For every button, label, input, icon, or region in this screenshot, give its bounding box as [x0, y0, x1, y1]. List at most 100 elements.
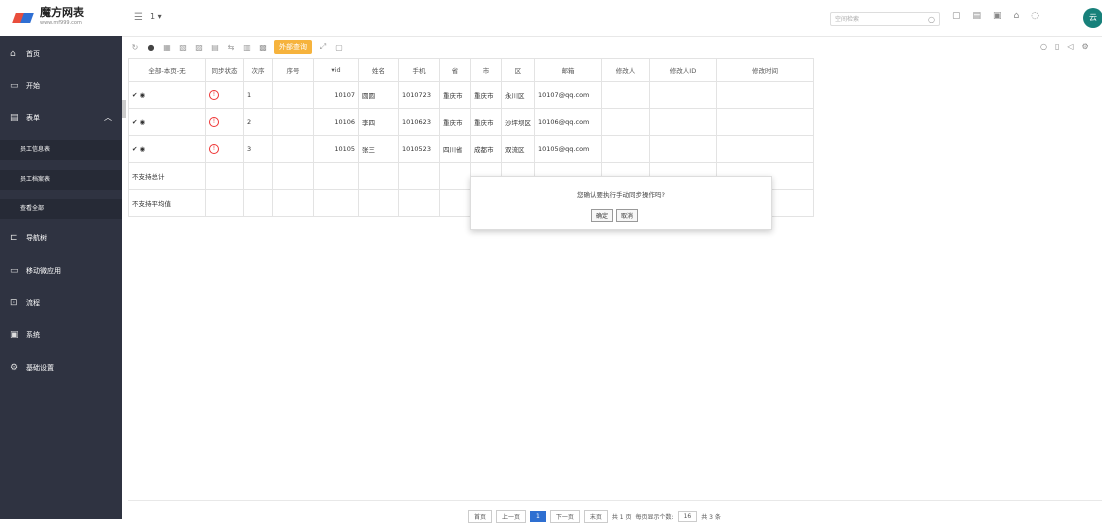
top-bar: 魔方网表 www.mf999.com ☰ 1 ▾ 空间检索 ○ ▢ ▤ ▣ ⌂ … — [0, 0, 1102, 37]
tree-icon: ⊏ — [10, 233, 18, 243]
view-icon[interactable]: ◉ — [140, 145, 146, 153]
mobile-icon: ▭ — [10, 266, 19, 276]
col-select-all[interactable]: 全部-本页-无 — [128, 58, 206, 82]
col-city: 市 — [470, 58, 502, 82]
send-icon[interactable]: ◁ — [1067, 42, 1073, 51]
search-icon[interactable]: ○ — [928, 13, 935, 27]
cell-id: 10105 — [313, 135, 359, 163]
report-icon[interactable]: ▩ — [258, 43, 268, 52]
gear-icon: ⚙ — [10, 363, 19, 373]
cell-province: 四川省 — [439, 135, 471, 163]
sidebar-item-nav-tree[interactable]: ⊏ 导航树 — [0, 228, 122, 248]
view-icon[interactable]: ◉ — [140, 118, 146, 126]
table-header: 全部-本页-无 同步状态 次序 序号 ▾id 姓名 手机 省 市 区 邮箱 修改… — [128, 58, 814, 82]
col-modifier-id: 修改人ID — [649, 58, 717, 82]
sidebar-item-home[interactable]: ⌂ 首页 — [0, 44, 122, 64]
toolbar-right: ○ ▯ ◁ ⚙ — [1040, 42, 1089, 51]
settings-icon[interactable]: ⚙ — [1082, 42, 1089, 51]
record-icon[interactable]: ● — [146, 43, 156, 52]
message-icon[interactable]: ▢ — [952, 11, 961, 21]
sidebar-item-settings[interactable]: ⚙ 基础设置 — [0, 358, 122, 378]
expand-icon[interactable]: ⤢ — [318, 42, 328, 52]
copy-icon[interactable]: ▨ — [194, 43, 204, 52]
divider — [128, 500, 1102, 501]
table-row[interactable]: ✔ ◉ ! 3 10105 张三 1010523 四川省 成都市 双流区 101… — [128, 135, 814, 163]
search-icon[interactable]: ○ — [1040, 42, 1047, 51]
export-icon[interactable]: ▤ — [210, 43, 220, 52]
per-page-input[interactable]: 16 — [677, 511, 698, 522]
checkbox[interactable]: ✔ — [132, 118, 137, 126]
page-selector[interactable]: 1 ▾ — [150, 12, 162, 21]
col-id[interactable]: ▾id — [313, 58, 359, 82]
system-icon: ▣ — [10, 330, 19, 340]
average-label: 不支持平均值 — [128, 189, 206, 217]
sidebar-item-workflow[interactable]: ⊡ 流程 — [0, 293, 122, 313]
layout-icon[interactable]: ▢ — [334, 43, 344, 52]
sidebar-item-forms[interactable]: ▤ 表单 ︿ — [0, 108, 122, 128]
cell-email: 10105@qq.com — [534, 135, 602, 163]
cell-order: 3 — [243, 135, 273, 163]
page-1-button[interactable]: 1 — [530, 511, 546, 522]
home-icon: ⌂ — [10, 49, 16, 59]
sidebar-item-system[interactable]: ▣ 系统 — [0, 325, 122, 345]
cancel-button[interactable]: 取消 — [616, 209, 639, 222]
sidebar-collapse-handle[interactable] — [122, 100, 126, 118]
table-row[interactable]: ✔ ◉ ! 2 10106 李四 1010623 重庆市 重庆市 沙坪坝区 10… — [128, 108, 814, 136]
settings-icon[interactable]: ◌ — [1031, 11, 1039, 21]
cell-phone: 1010623 — [398, 108, 440, 136]
sidebar-item-employee-archive[interactable]: 员工档案表 — [0, 170, 122, 190]
cell-province: 重庆市 — [439, 81, 471, 109]
logo-icon — [12, 11, 34, 25]
document-icon[interactable]: ▣ — [993, 11, 1002, 21]
checkbox[interactable]: ✔ — [132, 91, 137, 99]
col-sync-status: 同步状态 — [205, 58, 244, 82]
calendar-icon[interactable]: ▤ — [973, 11, 982, 21]
shirt-icon[interactable]: ⌂ — [1014, 11, 1020, 21]
per-page-label: 每页显示个数: — [635, 514, 674, 521]
cell-email: 10106@qq.com — [534, 108, 602, 136]
dialog-message: 您确认要执行手动同步操作吗? — [577, 191, 665, 199]
cell-seq — [272, 108, 314, 136]
last-page-button[interactable]: 末页 — [583, 510, 608, 523]
logo: 魔方网表 www.mf999.com — [0, 0, 122, 36]
menu-toggle-icon[interactable]: ☰ — [134, 12, 143, 23]
sidebar-item-start[interactable]: ▭ 开始 — [0, 76, 122, 96]
cell-phone: 1010523 — [398, 135, 440, 163]
search-placeholder: 空间检索 — [835, 16, 860, 23]
sidebar-item-mobile-app[interactable]: ▭ 移动微应用 — [0, 261, 122, 281]
pagination: 首页 上一页 1 下一页 末页 共 1 页 每页显示个数: 16 共 3 条 — [468, 510, 721, 523]
refresh-icon[interactable]: ↻ — [130, 43, 140, 52]
cell-order: 1 — [243, 81, 273, 109]
workflow-icon: ⊡ — [10, 298, 18, 308]
external-query-button[interactable]: 外部查询 — [274, 40, 312, 54]
sync-icon[interactable]: ⇆ — [226, 43, 236, 52]
col-name: 姓名 — [358, 58, 399, 82]
print-icon[interactable]: ▥ — [242, 43, 252, 52]
col-order: 次序 — [243, 58, 273, 82]
toolbar: ↻ ● ▦ ▧ ▨ ▤ ⇆ ▥ ▩ 外部查询 ⤢ ▢ — [130, 38, 344, 56]
table-row[interactable]: ✔ ◉ ! 1 10107 圆圆 1010723 重庆市 重庆市 永川区 101… — [128, 81, 814, 109]
sidebar-item-view-all[interactable]: 查看全部 — [0, 199, 122, 219]
prev-page-button[interactable]: 上一页 — [496, 510, 527, 523]
filter-icon[interactable]: ▯ — [1055, 42, 1059, 51]
edit-icon[interactable]: ▧ — [178, 43, 188, 52]
add-icon[interactable]: ▦ — [162, 43, 172, 52]
warning-icon: ! — [209, 90, 219, 100]
next-page-button[interactable]: 下一页 — [549, 510, 580, 523]
cell-district: 双流区 — [501, 135, 535, 163]
form-icon: ▤ — [10, 113, 19, 123]
avatar[interactable]: 云 — [1083, 8, 1102, 28]
first-page-button[interactable]: 首页 — [468, 510, 493, 523]
checkbox[interactable]: ✔ — [132, 145, 137, 153]
cell-seq — [272, 135, 314, 163]
cell-district: 沙坪坝区 — [501, 108, 535, 136]
sidebar-item-employee-info[interactable]: 员工信息表 — [0, 140, 122, 160]
cell-name: 圆圆 — [358, 81, 399, 109]
start-icon: ▭ — [10, 81, 19, 91]
search-input[interactable]: 空间检索 ○ — [830, 12, 940, 26]
col-email: 邮箱 — [534, 58, 602, 82]
cell-district: 永川区 — [501, 81, 535, 109]
view-icon[interactable]: ◉ — [140, 91, 146, 99]
confirm-button[interactable]: 确定 — [591, 209, 614, 222]
total-pages: 共 1 页 — [611, 514, 632, 521]
